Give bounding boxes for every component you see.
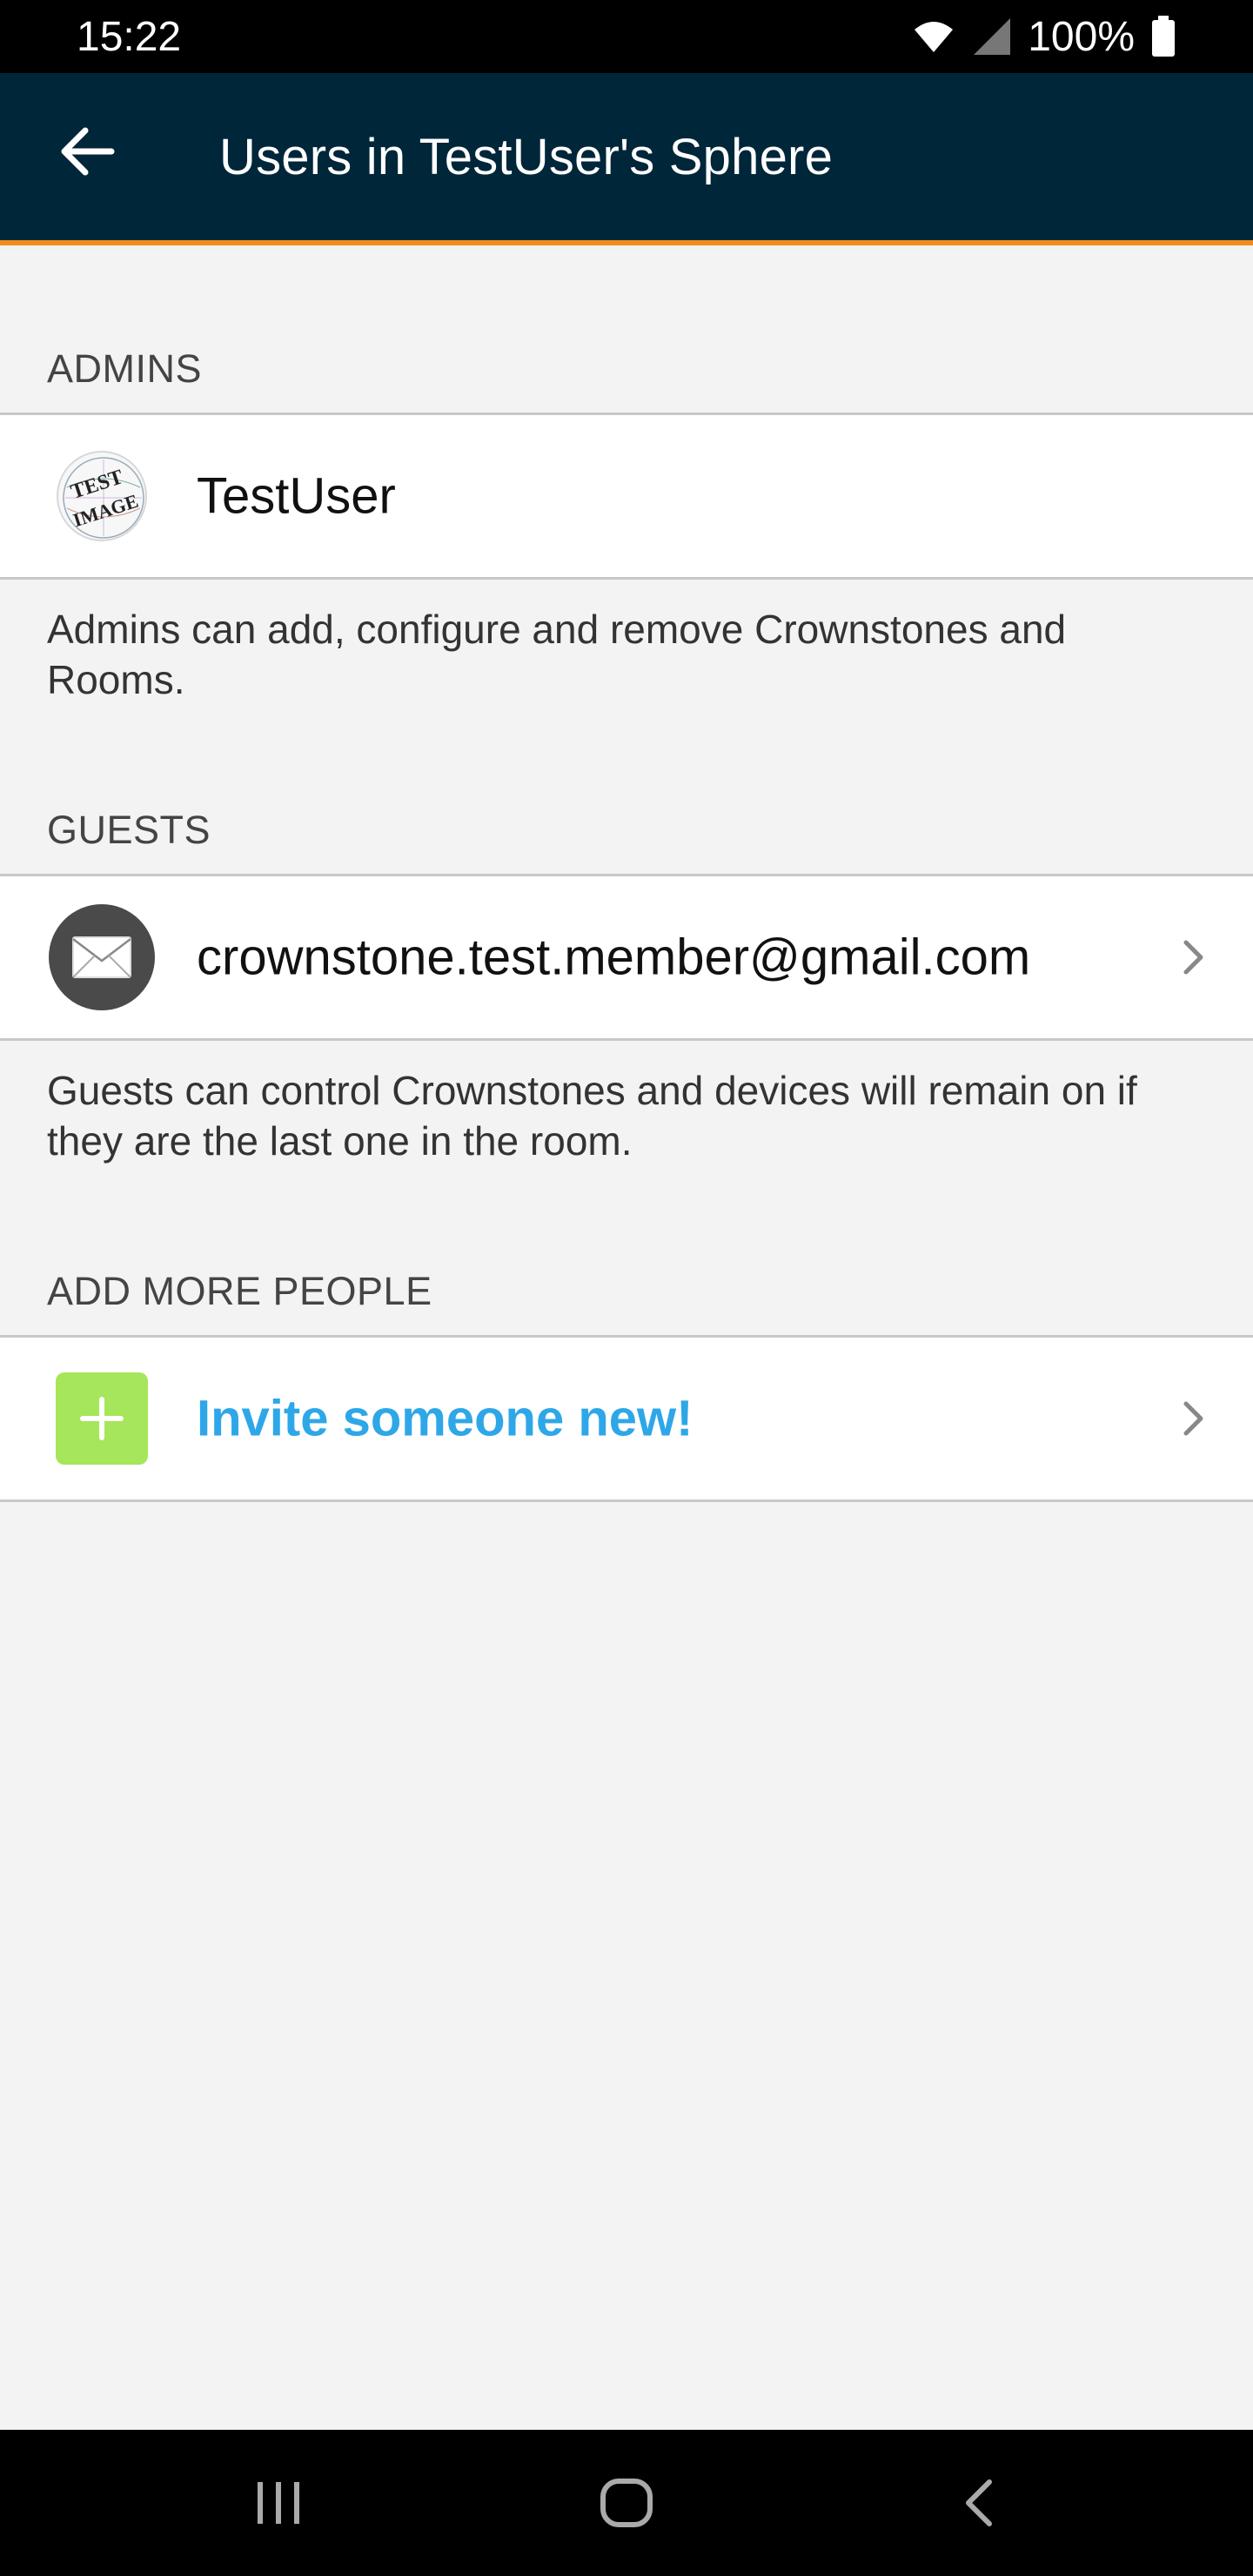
battery-icon [1152,16,1175,57]
battery-percent: 100% [1028,13,1135,60]
mail-icon [72,936,131,978]
chevron-right-icon [1176,931,1211,983]
mail-avatar [49,904,155,1010]
guest-avatar-wrap [49,904,155,1010]
recent-apps-button[interactable] [235,2459,322,2546]
invite-icon-wrap [49,1365,155,1472]
guests-description: Guests can control Crownstones and devic… [47,1068,1137,1164]
status-icons: 100% [911,13,1176,61]
back-nav-icon [966,2479,992,2526]
admin-user-row[interactable]: TEST IMAGE TestUser [0,413,1253,580]
arrow-left-icon [61,127,115,176]
recent-apps-icon [258,2482,299,2524]
invite-label: Invite someone new! [197,1390,694,1447]
avatar: TEST IMAGE [57,451,147,541]
admin-user-name: TestUser [197,467,396,525]
status-time: 15:22 [77,13,182,60]
system-nav-bar [0,2430,1253,2576]
wifi-icon [915,22,954,52]
back-nav-button[interactable] [935,2459,1022,2546]
back-button[interactable] [44,108,131,195]
admin-avatar-wrap: TEST IMAGE [49,443,155,549]
admins-description: Admins can add, configure and remove Cro… [47,607,1067,702]
chevron-right-icon [1176,1392,1211,1445]
guest-user-row[interactable]: crownstone.test.member@gmail.com [0,874,1253,1041]
invite-row[interactable]: Invite someone new! [0,1335,1253,1502]
app-bar: Users in TestUser's Sphere [0,73,1253,245]
page-title: Users in TestUser's Sphere [219,128,834,185]
status-bar: 15:22 100% [0,0,1253,73]
section-header-add-more: ADD MORE PEOPLE [47,1269,432,1313]
home-button[interactable] [583,2459,670,2546]
cell-signal-icon [974,18,1011,55]
guest-email: crownstone.test.member@gmail.com [197,929,1031,986]
section-header-guests: GUESTS [47,808,211,852]
home-icon [600,2479,653,2527]
plus-icon [56,1372,148,1465]
content-area: ADMINS TEST IMAGE TestUser Admins can ad… [0,251,1253,2430]
section-header-admins: ADMINS [47,346,203,391]
